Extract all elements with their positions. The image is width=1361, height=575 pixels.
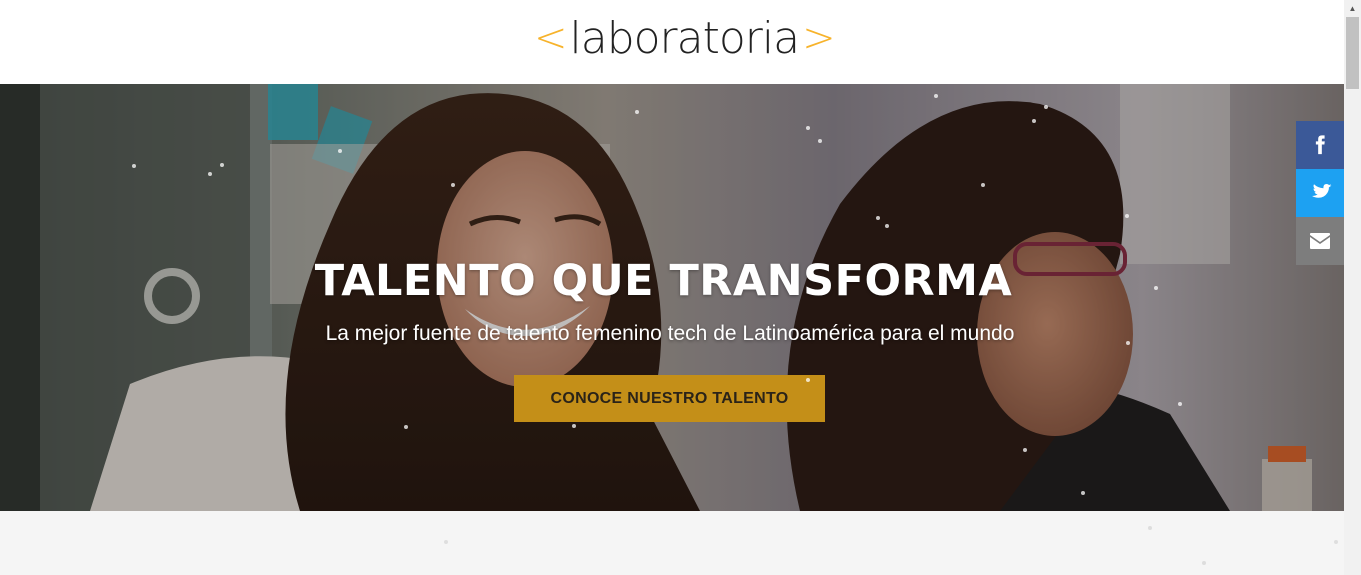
conoce-talento-button[interactable]: CONOCE NUESTRO TALENTO <box>514 375 825 422</box>
hero-banner: TALENTO QUE TRANSFORMA La mejor fuente d… <box>0 84 1344 511</box>
laboratoria-logo[interactable]: < laboratoria > <box>534 10 836 66</box>
social-share-bar <box>1296 121 1344 265</box>
site-header: < laboratoria > <box>0 0 1344 84</box>
content-section <box>0 511 1344 575</box>
scroll-up-arrow-icon[interactable]: ▲ <box>1344 0 1361 17</box>
facebook-share-button[interactable] <box>1296 121 1344 169</box>
scroll-thumb[interactable] <box>1346 17 1359 89</box>
facebook-icon <box>1315 135 1325 155</box>
logo-bracket-right: > <box>802 15 836 61</box>
email-icon <box>1310 233 1330 249</box>
page: < laboratoria > TALENTO QUE TRANSFORMA L… <box>0 0 1361 575</box>
logo-wordmark: laboratoria <box>569 12 801 64</box>
page-scrollbar[interactable]: ▲ <box>1344 0 1361 575</box>
email-share-button[interactable] <box>1296 217 1344 265</box>
twitter-share-button[interactable] <box>1296 169 1344 217</box>
twitter-icon <box>1311 184 1332 198</box>
logo-bracket-left: < <box>534 15 568 61</box>
hero-title: TALENTO QUE TRANSFORMA <box>314 256 1013 306</box>
hero-content: TALENTO QUE TRANSFORMA La mejor fuente d… <box>0 84 1344 511</box>
hero-subtitle: La mejor fuente de talento femenino tech… <box>325 322 1015 345</box>
